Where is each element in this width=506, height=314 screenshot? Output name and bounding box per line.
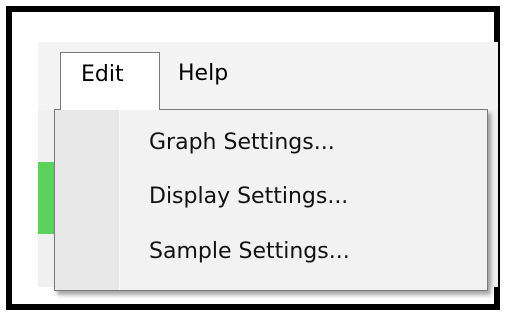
screenshot-frame: Edit Help Graph Settings... Display Sett…: [6, 6, 500, 310]
edit-menu-dropdown: Graph Settings... Display Settings... Sa…: [54, 109, 488, 291]
menu-icon-gutter: [55, 110, 120, 290]
menu-item-display-settings[interactable]: Display Settings...: [119, 172, 479, 222]
menu-item-graph-settings[interactable]: Graph Settings...: [119, 118, 479, 168]
menubar: Edit Help: [38, 42, 498, 110]
background-green-strip: [38, 162, 54, 234]
menu-help[interactable]: Help: [178, 52, 278, 96]
menu-edit[interactable]: Edit: [60, 52, 160, 110]
menu-item-sample-settings[interactable]: Sample Settings...: [119, 227, 479, 277]
